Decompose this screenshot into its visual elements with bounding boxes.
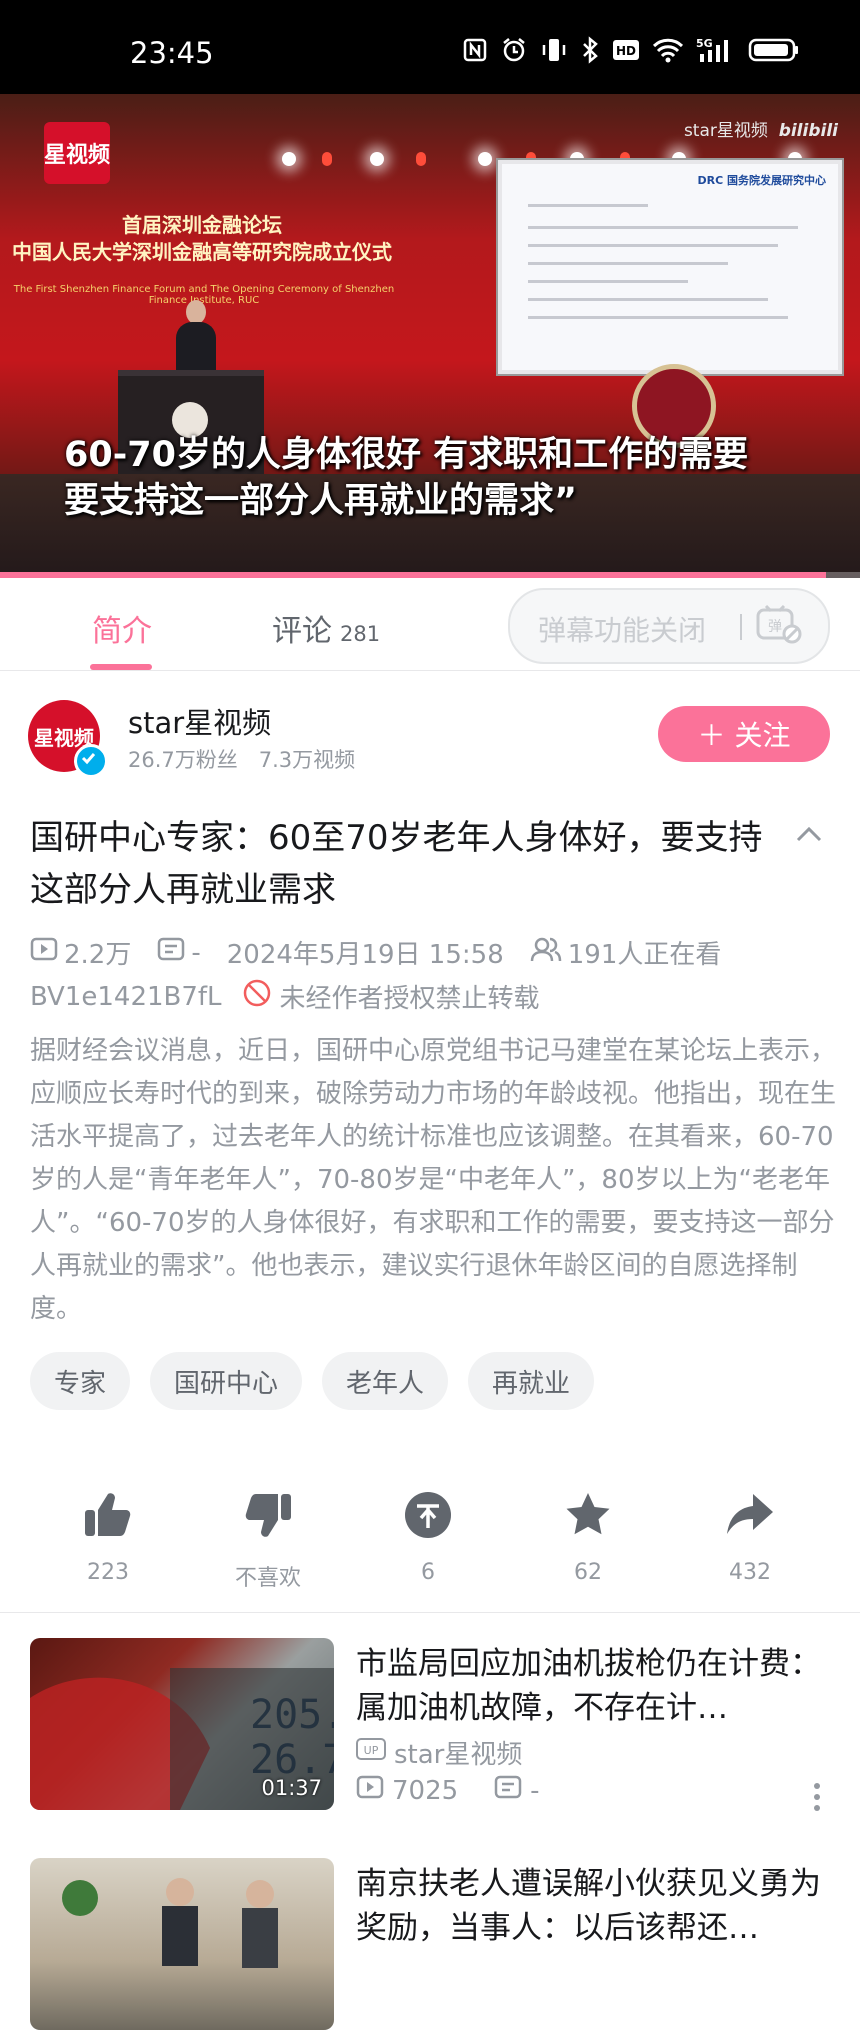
forum-title: 首届深圳金融论坛 中国人民大学深圳金融高等研究院成立仪式 xyxy=(12,213,392,264)
recommended-video[interactable]: 205.3 26.7 01:37 市监局回应加油机拔枪仍在计费：属加油机故障，不… xyxy=(30,1638,830,1818)
status-time: 23:45 xyxy=(130,36,214,70)
video-duration: 01:37 xyxy=(261,1776,322,1800)
coin-count: 6 xyxy=(421,1560,435,1585)
stage-light xyxy=(478,152,492,166)
favorite-count: 62 xyxy=(574,1560,602,1585)
section-divider xyxy=(0,1612,860,1613)
share-count: 432 xyxy=(729,1560,771,1585)
video-watermark: star星视频 bilibili xyxy=(683,121,838,141)
video-subtitle: 60-70岁的人身体很好 有求职和工作的需要 要支持这一部分人再就业的需求” xyxy=(64,435,749,521)
wifi-icon xyxy=(652,37,684,67)
stage-light xyxy=(416,152,426,166)
screen-org-label: DRC 国务院发展研究中心 xyxy=(697,174,826,187)
share-icon xyxy=(725,1490,775,1540)
hd-icon: HD xyxy=(612,38,640,66)
stage-light xyxy=(282,152,296,166)
like-button[interactable]: 223 xyxy=(48,1490,168,1585)
play-count-icon xyxy=(356,1774,384,1807)
chevron-up-icon[interactable] xyxy=(794,820,824,850)
tag-chip[interactable]: 再就业 xyxy=(468,1352,595,1410)
up-badge-icon: UP xyxy=(356,1737,386,1768)
alarm-icon xyxy=(500,36,528,68)
coin-icon xyxy=(403,1490,453,1540)
svg-text:弹: 弹 xyxy=(768,619,782,635)
speaker xyxy=(186,300,206,324)
detail-tabs: 简介 评论 281 弹幕功能关闭 弹 xyxy=(0,578,860,671)
play-count: 2.2万 xyxy=(64,940,132,970)
danmaku-count-icon xyxy=(494,1774,522,1807)
viewers-icon xyxy=(530,935,562,970)
video-meta-secondary: BV1e1421B7fL 未经作者授权禁止转载 xyxy=(30,978,540,1015)
recommended-video[interactable]: 南京扶老人遭误解小伙获见义勇为奖励，当事人：以后该帮还… xyxy=(30,1858,830,2030)
forum-subtitle: The First Shenzhen Finance Forum and The… xyxy=(13,284,395,306)
recommended-title[interactable]: 南京扶老人遭误解小伙获见义勇为奖励，当事人：以后该帮还… xyxy=(356,1862,836,1950)
danmaku-count: - xyxy=(191,937,201,968)
play-count-icon xyxy=(30,936,58,969)
5g-signal-icon: 5G xyxy=(696,36,736,68)
danmaku-toggle[interactable]: 弹幕功能关闭 弹 xyxy=(508,588,830,664)
copyright-notice: 未经作者授权禁止转载 xyxy=(279,984,540,1014)
bluetooth-icon xyxy=(580,36,600,68)
like-count: 223 xyxy=(87,1560,129,1585)
dislike-button[interactable]: 不喜欢 xyxy=(208,1490,328,1592)
video-meta: 2.2万 - 2024年5月19日 15:58 191人正在看 xyxy=(30,934,721,971)
star-icon xyxy=(563,1490,613,1540)
coin-button[interactable]: 6 xyxy=(368,1490,488,1585)
bvid[interactable]: BV1e1421B7fL xyxy=(30,982,222,1012)
watching-now: 191人正在看 xyxy=(567,940,722,970)
tab-intro[interactable]: 简介 xyxy=(92,606,152,650)
svg-text:5G: 5G xyxy=(696,37,713,50)
danmaku-label: 弹幕功能关闭 xyxy=(538,614,707,647)
uploader-row: 星视频 star星视频 26.7万粉丝 7.3万视频 ＋ 关注 xyxy=(0,670,860,800)
status-icons: HD 5G xyxy=(462,36,800,68)
uploader-name[interactable]: star星视频 xyxy=(128,700,271,742)
nfc-icon xyxy=(462,37,488,67)
video-title: 国研中心专家：60至70岁老年人身体好，要支持这部分人再就业需求 xyxy=(30,818,763,910)
danmaku-off-icon: 弹 xyxy=(754,604,802,646)
tag-chip[interactable]: 国研中心 xyxy=(150,1352,303,1410)
channel-logo: 星视频 xyxy=(44,122,110,184)
no-repost-icon xyxy=(242,978,272,1015)
video-description: 据财经会议消息，近日，国研中心原党组书记马建堂在某论坛上表示，应顺应长寿时代的到… xyxy=(30,1036,837,1324)
verified-icon xyxy=(74,744,108,778)
uploader-stats: 26.7万粉丝 7.3万视频 xyxy=(128,748,356,772)
recommended-thumbnail[interactable]: 205.3 26.7 01:37 xyxy=(30,1638,334,1810)
comment-count: 281 xyxy=(340,622,381,646)
danmaku-count-icon xyxy=(157,936,185,969)
stage-light xyxy=(370,152,384,166)
recommended-stats: 7025 - xyxy=(356,1774,540,1807)
tag-chip[interactable]: 专家 xyxy=(30,1352,131,1410)
recommended-uploader[interactable]: UP star星视频 xyxy=(356,1734,522,1771)
svg-text:205.3: 205.3 xyxy=(250,1692,334,1738)
tag-list: 专家 国研中心 老年人 再就业 xyxy=(30,1352,595,1410)
svg-text:UP: UP xyxy=(364,1744,379,1757)
recommended-title[interactable]: 市监局回应加油机拔枪仍在计费：属加油机故障，不存在计… xyxy=(356,1642,836,1730)
battery-icon xyxy=(748,37,800,67)
recommended-thumbnail[interactable] xyxy=(30,1858,334,2030)
share-button[interactable]: 432 xyxy=(690,1490,810,1585)
action-bar: 223 不喜欢 6 62 432 xyxy=(0,1490,860,1610)
tag-chip[interactable]: 老年人 xyxy=(322,1352,449,1410)
favorite-button[interactable]: 62 xyxy=(528,1490,648,1585)
status-bar: 23:45 HD 5G xyxy=(0,0,860,94)
tab-comments[interactable]: 评论 281 xyxy=(272,606,380,650)
follow-button[interactable]: ＋ 关注 xyxy=(658,706,830,762)
video-player[interactable]: 星视频 star星视频 bilibili 首届深圳金融论坛 中国人民大学深圳金融高… xyxy=(0,94,860,578)
thumbs-up-icon xyxy=(83,1490,133,1540)
svg-text:HD: HD xyxy=(616,44,636,58)
thumbs-down-icon xyxy=(243,1490,293,1540)
more-options-icon[interactable] xyxy=(812,1782,822,1812)
publish-date: 2024年5月19日 15:58 xyxy=(226,940,504,970)
presentation-screen: DRC 国务院发展研究中心 xyxy=(498,160,842,374)
stage-light xyxy=(322,152,332,166)
vibrate-icon xyxy=(540,36,568,68)
dislike-label: 不喜欢 xyxy=(234,1566,301,1591)
